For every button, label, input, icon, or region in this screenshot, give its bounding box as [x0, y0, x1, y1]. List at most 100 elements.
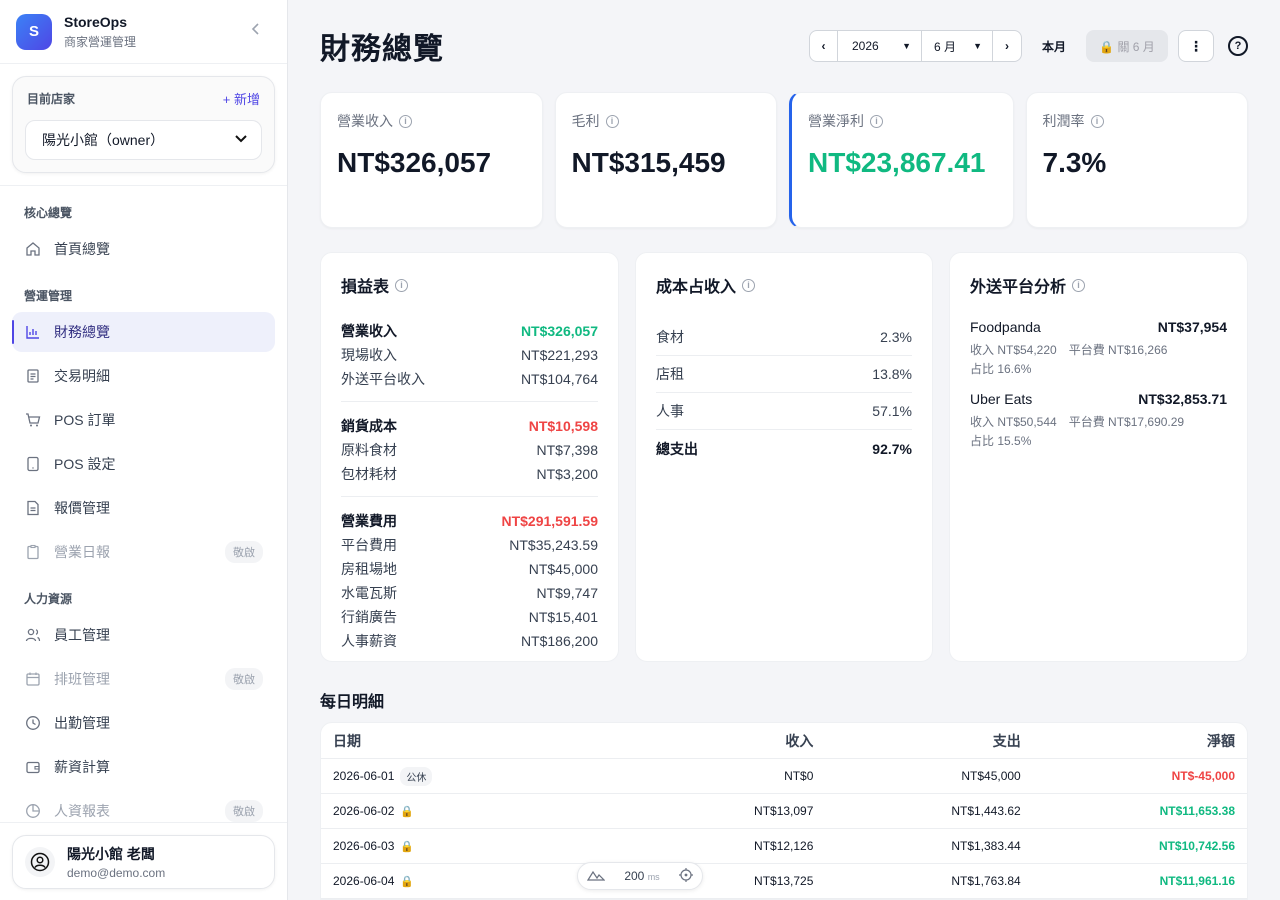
latency-unit: ms — [647, 872, 660, 882]
pl-head-value: NT$326,057 — [520, 323, 598, 339]
table-row[interactable]: 2026-06-01 公休 NT$0 NT$45,000 NT$-45,000 — [321, 759, 1247, 794]
pl-group: 營業收入 NT$326,057 現場收入 NT$221,293 外送平台收入 NT$1… — [341, 319, 598, 402]
pl-row-value: NT$3,200 — [536, 466, 598, 482]
cost-ratio-card: 成本占收入 i 食材 2.3% 店租 13.8% 人事 57.1% 總支出 92.7% — [635, 252, 933, 662]
pl-row-value: NT$7,398 — [536, 442, 598, 458]
sidebar-item-finance[interactable]: 財務總覽 — [12, 312, 275, 352]
collapse-sidebar-icon[interactable] — [249, 22, 263, 41]
cart-icon — [24, 411, 42, 429]
mountain-icon[interactable] — [587, 869, 606, 884]
pl-row-label: 水電瓦斯 — [341, 585, 397, 601]
pl-row-value: NT$221,293 — [520, 347, 598, 363]
row-net: NT$11,653.38 — [1159, 804, 1235, 818]
column-header[interactable]: 支出 — [813, 731, 1021, 751]
sidebar-item-attendance[interactable]: 出勤管理 — [12, 703, 275, 743]
tablet-icon — [24, 455, 42, 473]
pl-row-label: 行銷廣告 — [341, 609, 397, 625]
status-badge: 敬啟 — [225, 541, 263, 563]
sidebar-item-home[interactable]: 首頁總覽 — [12, 229, 275, 269]
sidebar-item-payroll[interactable]: 薪資計算 — [12, 747, 275, 787]
brand-subtitle: 商家營運管理 — [64, 34, 137, 49]
row-date: 2026-06-01 — [333, 769, 395, 783]
kpi-row: 營業收入 i NT$326,057 毛利 i NT$315,459 營業淨利 i NT… — [320, 92, 1248, 228]
kpi-label: 利潤率 — [1042, 113, 1085, 129]
sidebar-item-label: POS 設定 — [54, 456, 116, 472]
lock-icon: 🔒 — [400, 805, 415, 818]
kpi-label: 營業收入 — [337, 113, 393, 129]
status-badge: 敬啟 — [225, 668, 263, 690]
cost-row: 人事 57.1% — [656, 393, 912, 430]
kpi-card-revenue: 營業收入 i NT$326,057 — [320, 92, 543, 228]
pl-group: 銷貨成本 NT$10,598 原料食材 NT$7,398 包材耗材 NT$3,200 — [341, 414, 598, 497]
pl-row-label: 包材耗材 — [341, 466, 397, 482]
card-title: 損益表 — [341, 279, 390, 296]
sidebar-item-schedule[interactable]: 排班管理 敬啟 — [12, 659, 275, 699]
column-header[interactable]: 收入 — [702, 731, 813, 751]
pl-row-label: 現場收入 — [341, 347, 397, 363]
sidebar-item-pos-settings[interactable]: POS 設定 — [12, 444, 275, 484]
info-icon[interactable]: i — [1072, 278, 1086, 292]
table-row[interactable]: 2026-06-04 🔒 NT$13,725 NT$1,763.84 NT$11,… — [321, 864, 1247, 899]
year-select[interactable]: 2026 ▼ — [838, 31, 922, 61]
more-options-icon[interactable]: ⋮ — [1178, 30, 1214, 62]
sidebar-item-pos-orders[interactable]: POS 訂單 — [12, 400, 275, 440]
sidebar-item-transactions[interactable]: 交易明細 — [12, 356, 275, 396]
pl-row-label: 外送平台收入 — [341, 371, 425, 387]
kpi-card-margin: 利潤率 i 7.3% — [1025, 92, 1248, 228]
user-name: 陽光小館 老闆 — [67, 846, 155, 862]
delivery-platform: Foodpanda NT$37,954 收入 NT$54,220 平台費 NT$16… — [970, 319, 1227, 377]
cost-value: 57.1% — [872, 403, 912, 419]
row-income: NT$13,097 — [754, 804, 814, 818]
platform-revenue: 收入 NT$54,220 — [970, 343, 1057, 357]
platform-name: Foodpanda — [970, 319, 1041, 335]
month-select[interactable]: 6 月 ▼ — [922, 31, 993, 61]
info-icon[interactable]: i — [395, 278, 409, 292]
info-icon[interactable]: i — [870, 114, 883, 128]
user-card[interactable]: 陽光小館 老闆 demo@demo.com — [12, 835, 275, 889]
period-selector: ‹ 2026 ▼ 6 月 ▼ › — [808, 30, 1022, 62]
info-icon[interactable]: i — [605, 114, 619, 128]
help-icon[interactable]: ? — [1228, 36, 1248, 56]
page-title: 財務總覽 — [320, 33, 444, 66]
pl-row-label: 原料食材 — [341, 442, 397, 458]
add-store-button[interactable]: + 新增 — [223, 89, 260, 108]
crosshair-icon[interactable] — [678, 867, 693, 885]
row-expense: NT$45,000 — [961, 769, 1021, 783]
clock-icon — [24, 714, 42, 732]
info-icon[interactable]: i — [1090, 114, 1104, 128]
platform-net: NT$37,954 — [1157, 319, 1227, 335]
sidebar-item-employees[interactable]: 員工管理 — [12, 615, 275, 655]
info-icon[interactable]: i — [742, 278, 756, 292]
row-net: NT$11,961.16 — [1159, 874, 1235, 888]
sidebar-item-daily-report[interactable]: 營業日報 敬啟 — [12, 532, 275, 572]
cost-value: 92.7% — [872, 440, 912, 457]
table-row[interactable]: 2026-06-03 🔒 NT$12,126 NT$1,383.44 NT$10,… — [321, 829, 1247, 864]
cost-label: 人事 — [656, 403, 684, 419]
table-row[interactable]: 2026-06-02 🔒 NT$13,097 NT$1,443.62 NT$11,… — [321, 794, 1247, 829]
sidebar-item-quotes[interactable]: 報價管理 — [12, 488, 275, 528]
brand-header: S StoreOps 商家營運管理 — [0, 0, 287, 64]
nav-section-title: 人力資源 — [24, 592, 73, 606]
sidebar-item-label: 出勤管理 — [54, 715, 110, 731]
column-header[interactable]: 淨額 — [1021, 731, 1235, 751]
column-header[interactable]: 日期 — [333, 731, 702, 751]
delivery-analysis-card: 外送平台分析 i Foodpanda NT$37,954 收入 NT$54,220 平… — [949, 252, 1248, 662]
wallet-icon — [24, 758, 42, 776]
row-income: NT$12,126 — [754, 839, 814, 853]
row-net: NT$-45,000 — [1171, 769, 1235, 783]
platform-share: 占比 15.5% — [970, 434, 1032, 448]
this-month-button[interactable]: 本月 — [1042, 38, 1066, 55]
next-month-button[interactable]: › — [993, 31, 1021, 61]
store-select[interactable]: 陽光小館（owner） — [25, 120, 262, 160]
cost-value: 13.8% — [872, 366, 912, 382]
platform-fee: 平台費 NT$16,266 — [1068, 343, 1168, 357]
kpi-value: NT$315,459 — [571, 147, 726, 178]
platform-name: Uber Eats — [970, 391, 1033, 407]
chevron-down-icon — [235, 134, 247, 146]
prev-month-button[interactable]: ‹ — [810, 31, 838, 61]
sidebar-item-label: 報價管理 — [54, 500, 110, 516]
info-icon[interactable]: i — [399, 114, 412, 128]
platform-share: 占比 16.6% — [970, 362, 1032, 376]
close-month-button[interactable]: 🔒 關 6 月 — [1086, 30, 1168, 62]
lock-icon: 🔒 — [400, 840, 415, 853]
